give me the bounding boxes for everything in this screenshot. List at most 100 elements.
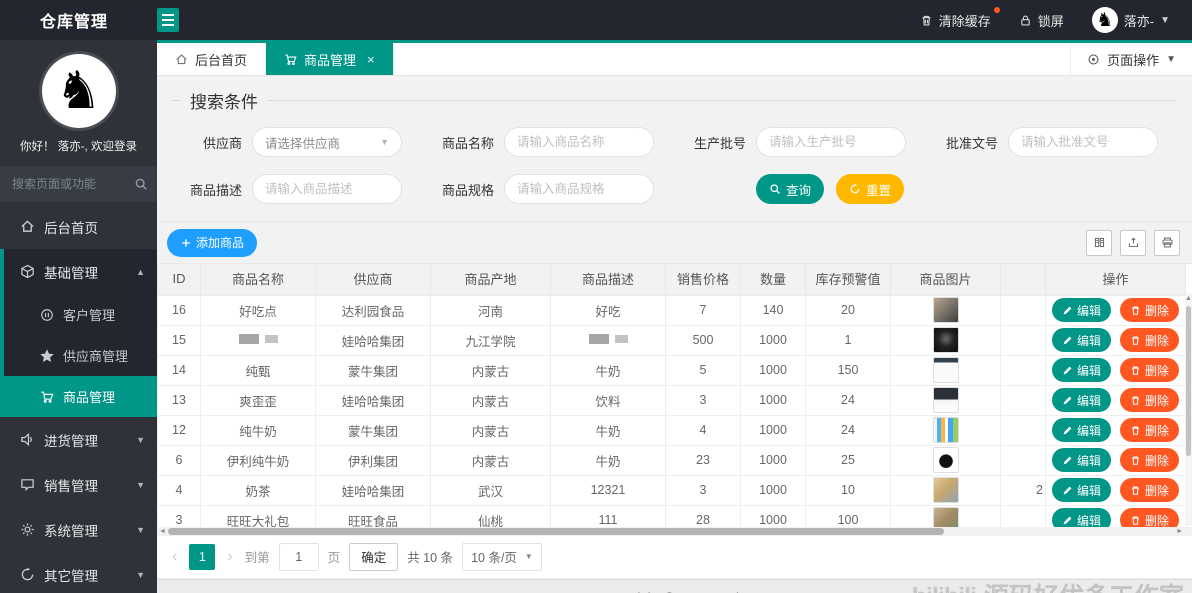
edit-button[interactable]: 编辑 — [1051, 298, 1111, 322]
description-input[interactable] — [252, 174, 402, 204]
add-product-button[interactable]: 添加商品 — [167, 228, 258, 257]
delete-button[interactable]: 删除 — [1120, 328, 1180, 352]
sidebar-item-customer-mgmt[interactable]: 客户管理 — [4, 294, 157, 335]
product-thumbnail[interactable] — [932, 447, 959, 473]
edit-button[interactable]: 编辑 — [1051, 418, 1111, 442]
tab-dashboard[interactable]: 后台首页 — [157, 43, 267, 75]
edit-button[interactable]: 编辑 — [1051, 328, 1111, 352]
page-1-button[interactable]: 1 — [189, 543, 216, 570]
tab-product-mgmt[interactable]: 商品管理 × — [266, 43, 394, 75]
product-name-label: 商品名称 — [441, 135, 494, 151]
close-icon[interactable]: × — [367, 52, 375, 67]
welcome-text: 你好！ 落亦-, 欢迎登录 — [20, 141, 137, 153]
cell-extra — [1000, 504, 1046, 527]
batch-no-label: 生产批号 — [693, 135, 746, 151]
confirm-page-button[interactable]: 确定 — [349, 542, 399, 571]
bilibili-logo: bilibili — [912, 583, 977, 593]
per-page-select[interactable]: 10 条/页 ▼ — [462, 542, 542, 571]
delete-button[interactable]: 删除 — [1120, 358, 1180, 382]
clear-cache-button[interactable]: 清除缓存 — [920, 6, 1000, 30]
trash-icon — [1132, 516, 1139, 525]
delete-button[interactable]: 删除 — [1120, 388, 1180, 412]
approval-no-input[interactable] — [1008, 127, 1158, 157]
spec-input[interactable] — [504, 174, 654, 204]
print-button[interactable] — [1154, 229, 1180, 256]
cell-stock-warning: 25 — [805, 444, 891, 476]
sidebar-item-purchase-mgmt[interactable]: 进货管理 ▼ — [0, 417, 157, 462]
cell-origin: 内蒙古 — [430, 414, 551, 446]
sidebar-item-other-mgmt[interactable]: 其它管理 ▼ — [0, 552, 157, 593]
delete-button[interactable]: 删除 — [1120, 478, 1180, 502]
delete-button[interactable]: 删除 — [1120, 298, 1180, 322]
pause-circle-icon — [41, 308, 53, 321]
filter-columns-button[interactable] — [1086, 229, 1112, 256]
cell-id: 14 — [157, 354, 201, 386]
prev-page-button[interactable]: ‹ — [169, 548, 180, 565]
horn-icon — [21, 433, 32, 446]
lock-screen-button[interactable]: 锁屏 — [1019, 11, 1064, 30]
cell-product-image — [890, 504, 1001, 527]
sidebar-item-system-mgmt[interactable]: 系统管理 ▼ — [0, 507, 157, 552]
supplier-select[interactable]: 请选择供应商 ▼ — [252, 127, 402, 157]
sidebar-item-product-mgmt[interactable]: 商品管理 — [0, 376, 157, 417]
reset-button[interactable]: 重置 — [836, 174, 905, 204]
cell-actions: 编辑 删除 — [1045, 504, 1186, 527]
user-menu[interactable]: ♞ 落亦- ▼ — [1091, 7, 1170, 33]
cell-id: 13 — [157, 384, 201, 416]
cell-price: 4 — [665, 414, 741, 446]
edit-button[interactable]: 编辑 — [1051, 478, 1111, 502]
sidebar-item-basic-mgmt[interactable]: 基础管理 ▲ — [4, 249, 157, 294]
cell-actions: 编辑 删除 — [1045, 384, 1186, 416]
delete-button[interactable]: 删除 — [1120, 508, 1180, 527]
edit-button[interactable]: 编辑 — [1051, 358, 1111, 382]
horizontal-scrollbar[interactable]: ◄ ► — [157, 526, 1192, 536]
cell-stock-warning: 150 — [805, 354, 891, 386]
sidebar-item-dashboard[interactable]: 后台首页 — [0, 204, 157, 249]
vertical-scrollbar[interactable]: ▲ — [1185, 294, 1192, 526]
search-button[interactable]: 查询 — [756, 174, 825, 204]
main-area: 后台首页 商品管理 × 页面操作 ▼ 搜索条件 供应商 请选择供应商 ▼ 商品名… — [157, 40, 1192, 593]
sidebar-search — [0, 166, 157, 202]
vertical-scroll-thumb[interactable] — [1186, 306, 1191, 456]
delete-button[interactable]: 删除 — [1120, 418, 1180, 442]
sidebar-item-sales-mgmt[interactable]: 销售管理 ▼ — [0, 462, 157, 507]
product-thumbnail[interactable] — [932, 327, 959, 353]
cell-quantity: 1000 — [740, 474, 806, 506]
product-thumbnail[interactable] — [932, 297, 959, 323]
product-thumbnail[interactable] — [932, 357, 959, 383]
product-name-input[interactable] — [504, 127, 654, 157]
edit-button[interactable]: 编辑 — [1051, 388, 1111, 412]
trash-icon — [1132, 396, 1139, 405]
cell-extra — [1000, 414, 1046, 446]
scroll-right-arrow-icon[interactable]: ► — [1176, 527, 1183, 536]
scroll-left-arrow-icon[interactable]: ◄ — [159, 527, 166, 536]
product-thumbnail[interactable] — [932, 417, 959, 443]
scroll-up-arrow-icon[interactable]: ▲ — [1185, 294, 1192, 304]
sidebar-toggle-button[interactable] — [157, 8, 179, 32]
goto-page-input[interactable] — [278, 542, 319, 571]
pencil-icon — [1063, 516, 1072, 524]
cell-product-image — [890, 354, 1001, 386]
batch-no-input[interactable] — [756, 127, 906, 157]
next-page-button[interactable]: › — [224, 548, 235, 565]
edit-button[interactable]: 编辑 — [1051, 508, 1111, 527]
export-button[interactable] — [1120, 229, 1146, 256]
cell-supplier: 蒙牛集团 — [315, 414, 431, 446]
cell-origin: 内蒙古 — [430, 354, 551, 386]
product-thumbnail[interactable] — [932, 387, 959, 413]
star-icon — [40, 348, 54, 362]
censored-text — [588, 334, 628, 344]
page-operations-dropdown[interactable]: 页面操作 ▼ — [1070, 43, 1192, 75]
trash-icon — [1132, 336, 1139, 345]
cell-actions: 编辑 删除 — [1045, 444, 1186, 476]
pencil-icon — [1063, 366, 1072, 374]
sidebar-item-supplier-mgmt[interactable]: 供应商管理 — [4, 335, 157, 376]
product-thumbnail[interactable] — [932, 507, 959, 527]
clear-cache-label: 清除缓存 — [938, 13, 991, 29]
cell-product-image — [890, 444, 1001, 476]
horizontal-scroll-thumb[interactable] — [168, 527, 945, 535]
edit-button[interactable]: 编辑 — [1051, 448, 1111, 472]
product-thumbnail[interactable] — [932, 477, 959, 503]
print-icon — [1162, 237, 1172, 248]
delete-button[interactable]: 删除 — [1120, 448, 1180, 472]
